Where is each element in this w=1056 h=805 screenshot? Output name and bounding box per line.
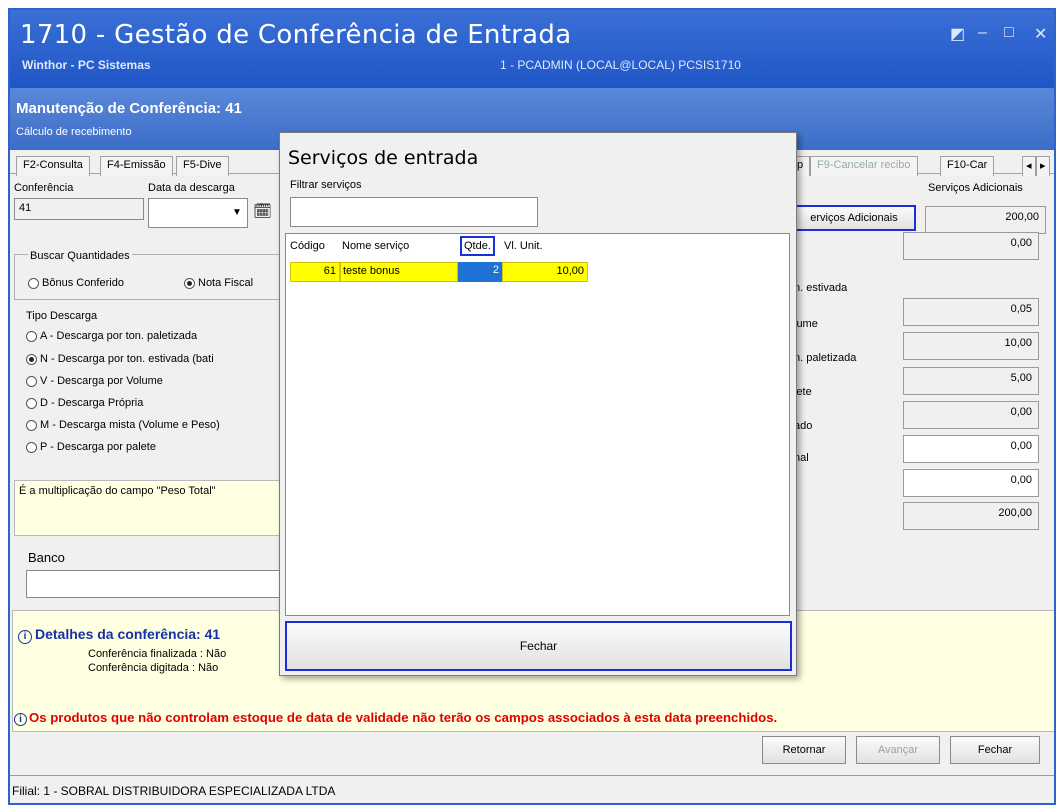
servicos-adicionais-value: 200,00 xyxy=(925,206,1046,234)
window-title: 1710 - Gestão de Conferência de Entrada xyxy=(20,20,572,50)
radio-tipo-d[interactable]: D - Descarga Própria xyxy=(26,397,143,409)
warning-message: i Os produtos que não controlam estoque d… xyxy=(14,710,777,726)
restore-icon[interactable]: ◩ xyxy=(950,24,965,44)
conferencia-label: Conferência xyxy=(14,182,74,194)
value-extra[interactable]: 0,00 xyxy=(903,469,1039,497)
radio-tipo-m[interactable]: M - Descarga mista (Volume e Peso) xyxy=(26,419,220,431)
value-palete: 5,00 xyxy=(903,367,1039,395)
hint-text: É a multiplicação do campo "Peso Total" xyxy=(19,485,216,497)
minimize-icon[interactable]: – xyxy=(978,24,987,42)
value-volume: 0,05 xyxy=(903,298,1039,326)
radio-tipo-v[interactable]: V - Descarga por Volume xyxy=(26,375,163,387)
avancar-button[interactable]: Avançar xyxy=(856,736,940,764)
value-total: 200,00 xyxy=(903,502,1039,530)
servicos-adicionais-label: Serviços Adicionais xyxy=(928,182,1023,194)
page-subtitle: Cálculo de recebimento xyxy=(16,126,132,138)
page-title: Manutenção de Conferência: 41 xyxy=(16,100,242,117)
tipo-descarga-label: Tipo Descarga xyxy=(26,310,98,322)
label-volume: lume xyxy=(794,318,818,330)
radio-tipo-n[interactable]: N - Descarga por ton. estivada (bati xyxy=(26,353,214,365)
tab-consulta[interactable]: F2-Consulta xyxy=(16,156,90,176)
dialog-title: Serviços de entrada xyxy=(288,147,479,169)
value-nal[interactable]: 0,00 xyxy=(903,435,1039,463)
tab-divergencia[interactable]: F5-Dive xyxy=(176,156,229,176)
close-icon[interactable]: ✕ xyxy=(1034,24,1047,44)
label-paletizada: n. paletizada xyxy=(794,352,857,364)
column-qtde[interactable]: Qtde. xyxy=(460,236,495,256)
conferencia-field: 41 xyxy=(14,198,144,220)
tab-emissao[interactable]: F4-Emissão xyxy=(100,156,173,176)
filter-label: Filtrar serviços xyxy=(290,179,362,191)
tab-f10[interactable]: F10-Car xyxy=(940,156,995,176)
app-name: Winthor - PC Sistemas xyxy=(22,58,151,72)
hint-box: É a multiplicação do campo "Peso Total" xyxy=(14,480,286,536)
services-grid: Código Nome serviço Qtde. Vl. Unit. 61 t… xyxy=(285,233,790,616)
status-bar: Filial: 1 - SOBRAL DISTRIBUIDORA ESPECIA… xyxy=(10,775,1054,803)
column-vl-unit[interactable]: Vl. Unit. xyxy=(504,240,543,252)
tab-cancelar-recibo[interactable]: F9-Cancelar recibo xyxy=(810,156,918,176)
value-estivada: 0,00 xyxy=(903,232,1039,260)
servicos-entrada-dialog: Serviços de entrada Filtrar serviços Cód… xyxy=(279,132,797,676)
cell-qtde[interactable]: 2 xyxy=(458,262,502,282)
conferencia-finalizada: Conferência finalizada : Não xyxy=(88,648,227,660)
fechar-button[interactable]: Fechar xyxy=(950,736,1040,764)
warning-info-icon: i xyxy=(14,713,27,726)
label-estivada: n. estivada xyxy=(794,282,848,294)
dialog-fechar-button[interactable]: Fechar xyxy=(285,621,792,671)
tab-scroll-right-icon[interactable]: ▸ xyxy=(1036,156,1050,176)
filter-input[interactable] xyxy=(290,197,538,227)
value-paletizada: 10,00 xyxy=(903,332,1039,360)
retornar-button[interactable]: Retornar xyxy=(762,736,846,764)
banco-field[interactable] xyxy=(26,570,286,598)
dropdown-arrow-icon[interactable]: ▼ xyxy=(232,207,242,218)
column-nome[interactable]: Nome serviço xyxy=(342,240,409,252)
radio-tipo-p[interactable]: P - Descarga por palete xyxy=(26,441,156,453)
value-ado: 0,00 xyxy=(903,401,1039,429)
maximize-icon[interactable]: □ xyxy=(1004,24,1014,42)
calendar-icon[interactable]: 🗓 xyxy=(253,202,272,220)
radio-nota-fiscal[interactable]: Nota Fiscal xyxy=(184,277,253,289)
info-icon: i xyxy=(18,630,32,644)
details-title: i Detalhes da conferência: 41 xyxy=(18,626,220,644)
buscar-label: Buscar Quantidades xyxy=(28,250,132,262)
banco-label: Banco xyxy=(28,550,65,565)
column-codigo[interactable]: Código xyxy=(290,240,325,252)
cell-vl-unit[interactable]: 10,00 xyxy=(502,262,588,282)
radio-bonus-conferido[interactable]: Bônus Conferido xyxy=(28,277,124,289)
servicos-adicionais-button[interactable]: erviços Adicionais xyxy=(792,205,916,231)
tab-scroll-left-icon[interactable]: ◂ xyxy=(1022,156,1036,176)
cell-codigo[interactable]: 61 xyxy=(290,262,340,282)
cell-nome[interactable]: teste bonus xyxy=(340,262,458,282)
data-descarga-label: Data da descarga xyxy=(148,182,235,194)
session-info: 1 - PCADMIN (LOCAL@LOCAL) PCSIS1710 xyxy=(500,58,741,72)
title-bar: 1710 - Gestão de Conferência de Entrada … xyxy=(10,10,1054,88)
conferencia-digitada: Conferência digitada : Não xyxy=(88,662,219,674)
radio-tipo-a[interactable]: A - Descarga por ton. paletizada xyxy=(26,330,197,342)
